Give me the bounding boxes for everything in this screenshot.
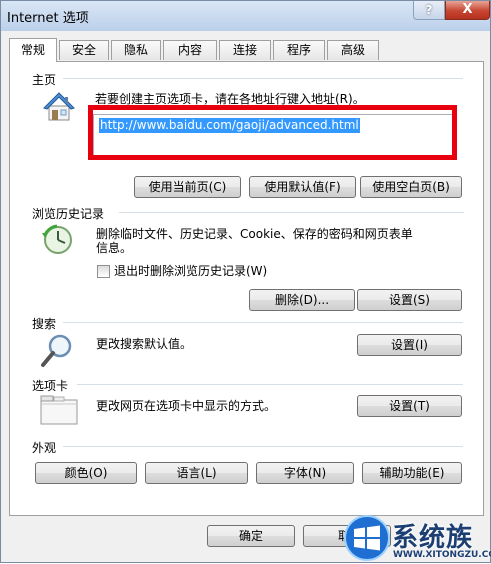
- delete-history-on-exit-label[interactable]: 退出时删除浏览历史记录(W): [114, 264, 267, 279]
- accessibility-button[interactable]: 辅助功能(E): [362, 462, 462, 484]
- close-button[interactable]: X: [445, 1, 490, 20]
- ok-button[interactable]: 确定: [207, 525, 295, 547]
- history-clock-icon: [42, 224, 72, 254]
- tabs-window-icon: [40, 395, 78, 425]
- watermark-url: WWW.XITONGZU.COM: [393, 550, 491, 560]
- help-button[interactable]: ?: [413, 1, 445, 20]
- tabs-settings-button[interactable]: 设置(T): [357, 395, 462, 417]
- window-title: Internet 选项: [7, 11, 89, 26]
- history-group-divider: [119, 212, 464, 213]
- appearance-group-title: 外观: [32, 439, 61, 456]
- search-group-divider: [63, 322, 463, 323]
- history-description-line2: 信息。: [96, 241, 133, 255]
- watermark-brand: 系统族: [392, 523, 474, 553]
- internet-options-dialog: Internet 选项 ? X 常规 安全 隐私 内容 连接 程序 高级 主页 …: [0, 0, 491, 563]
- tab-security[interactable]: 安全: [59, 40, 109, 60]
- search-description: 更改搜索默认值。: [96, 337, 193, 351]
- appearance-group-divider: [63, 446, 463, 447]
- tab-connections[interactable]: 连接: [219, 40, 271, 60]
- tabs-group-title: 选项卡: [32, 377, 73, 394]
- delete-history-on-exit-checkbox[interactable]: [97, 265, 110, 278]
- use-blank-page-button[interactable]: 使用空白页(B): [360, 176, 462, 198]
- search-settings-button[interactable]: 设置(I): [357, 334, 462, 356]
- tab-programs[interactable]: 程序: [273, 40, 325, 60]
- homepage-group-title: 主页: [32, 71, 61, 88]
- tabs-description: 更改网页在选项卡中显示的方式。: [96, 399, 277, 413]
- languages-button[interactable]: 语言(L): [145, 462, 248, 484]
- highlight-annotation-box: [88, 105, 457, 160]
- tabs-group-divider: [77, 384, 463, 385]
- search-icon: [41, 334, 72, 367]
- site-watermark: 系统族 WWW.XITONGZU.COM: [342, 511, 491, 564]
- tab-privacy[interactable]: 隐私: [111, 40, 161, 60]
- history-description-line1: 删除临时文件、历史记录、Cookie、保存的密码和网页表单: [96, 227, 413, 241]
- history-group-title: 浏览历史记录: [32, 205, 109, 222]
- homepage-group-divider: [63, 78, 463, 79]
- colors-button[interactable]: 颜色(O): [35, 462, 137, 484]
- tab-general[interactable]: 常规: [9, 38, 57, 62]
- use-default-button[interactable]: 使用默认值(F): [249, 176, 356, 198]
- fonts-button[interactable]: 字体(N): [256, 462, 354, 484]
- search-group-title: 搜索: [32, 315, 61, 332]
- use-current-page-button[interactable]: 使用当前页(C): [134, 176, 241, 198]
- history-settings-button[interactable]: 设置(S): [357, 289, 462, 311]
- tab-advanced[interactable]: 高级: [327, 40, 379, 60]
- delete-history-button[interactable]: 删除(D)...: [249, 289, 355, 311]
- windows-logo-icon: [344, 515, 390, 561]
- tab-content[interactable]: 内容: [163, 40, 217, 60]
- house-icon: [43, 92, 75, 121]
- title-bar[interactable]: Internet 选项 ? X: [1, 1, 490, 31]
